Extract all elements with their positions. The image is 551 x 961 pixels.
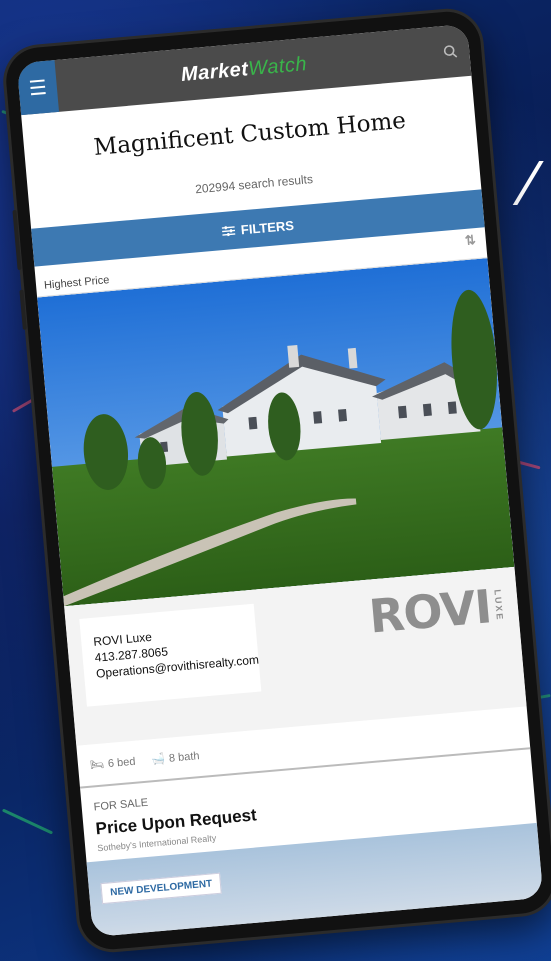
- bathtub-icon: 🛁: [150, 753, 166, 767]
- hamburger-icon: ☰: [27, 76, 48, 100]
- background-streak: [1, 808, 54, 835]
- beds-value: 6 bed: [107, 755, 136, 771]
- menu-button[interactable]: ☰: [16, 60, 60, 116]
- search-button[interactable]: [429, 24, 471, 79]
- logo-text-market: Market: [180, 57, 250, 86]
- phone-frame: ☰ MarketWatch Magnificent Custom Home 20…: [3, 8, 551, 953]
- logo-text-watch: Watch: [247, 52, 308, 80]
- new-development-badge: NEW DEVELOPMENT: [100, 872, 223, 905]
- sort-toggle-icon[interactable]: ⇅: [464, 232, 476, 249]
- filter-sliders-icon: [221, 225, 236, 236]
- listing-photo[interactable]: [37, 258, 515, 607]
- baths-value: 8 bath: [168, 750, 201, 765]
- agent-logo-sub: LUXE: [492, 589, 506, 622]
- agent-card[interactable]: ROVI Luxe 413.287.8065 Operations@rovith…: [79, 603, 262, 707]
- page-title: Magnificent Custom Home: [92, 107, 407, 161]
- baths-spec: 🛁 8 bath: [151, 749, 200, 766]
- site-logo[interactable]: MarketWatch: [180, 53, 308, 87]
- bed-icon: 🛏: [89, 758, 105, 772]
- search-icon: [443, 45, 458, 58]
- phone-screen: ☰ MarketWatch Magnificent Custom Home 20…: [16, 23, 544, 938]
- background-arrow-icon: ⁄: [523, 150, 533, 218]
- agent-logo: ROVI LUXE: [366, 578, 506, 644]
- agent-logo-word: ROVI: [366, 579, 494, 644]
- filters-label: FILTERS: [240, 217, 295, 237]
- house-photo-illustration: [37, 258, 515, 607]
- beds-spec: 🛏 6 bed: [90, 755, 136, 772]
